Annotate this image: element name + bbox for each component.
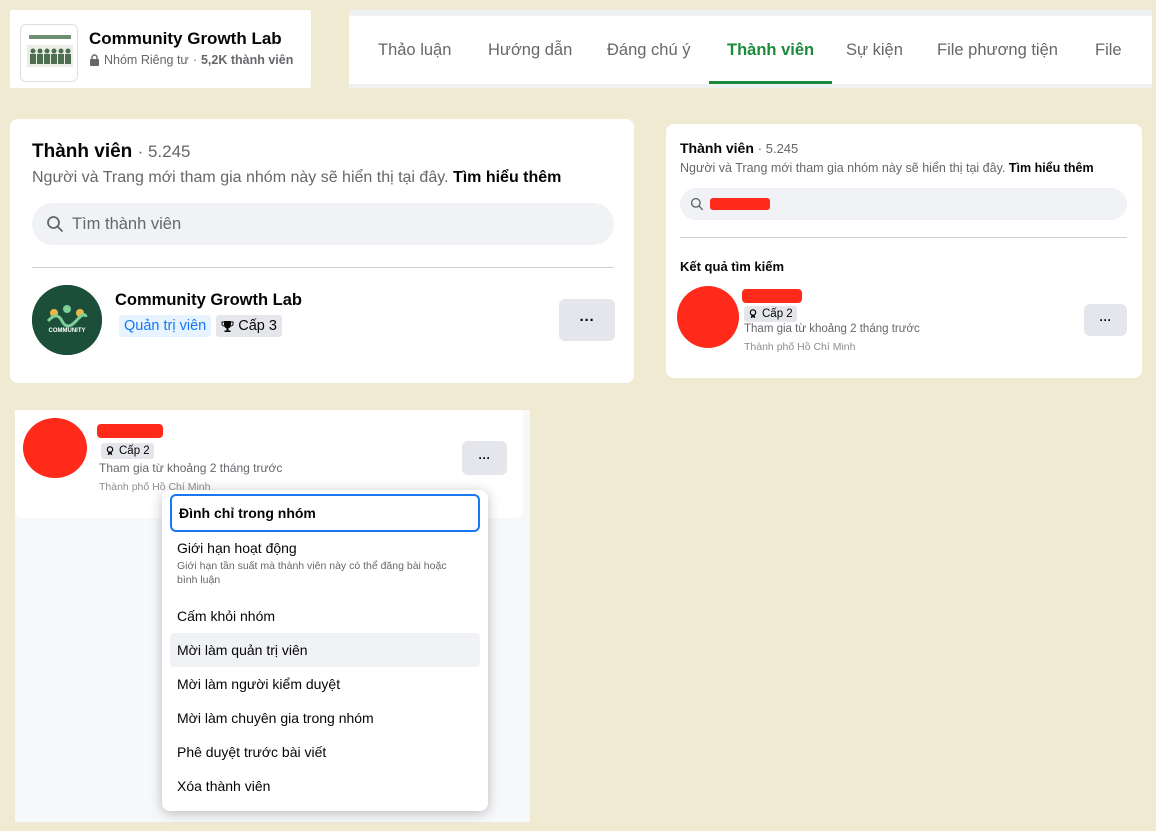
admin-avatar[interactable]: COMMUNITY [32, 285, 102, 355]
member-search-input[interactable]: Tìm thành viên [32, 203, 614, 245]
members-title-text: Thành viên [680, 140, 754, 156]
members-description-text: Người và Trang mới tham gia nhóm này sẽ … [680, 161, 1006, 175]
menu-item-invite-moderator[interactable]: Mời làm người kiểm duyệt [170, 667, 480, 701]
tab-events[interactable]: Sự kiện [844, 16, 905, 84]
more-options-button[interactable]: ··· [462, 441, 507, 475]
members-count: · 5.245 [137, 142, 191, 161]
members-description: Người và Trang mới tham gia nhóm này sẽ … [32, 169, 561, 187]
redacted-search-query [710, 198, 770, 210]
admin-name[interactable]: Community Growth Lab [115, 291, 302, 310]
admin-role-badge: Quản trị viên [119, 315, 212, 337]
members-description-text: Người và Trang mới tham gia nhóm này sẽ … [32, 169, 449, 186]
menu-item-label: Mời làm chuyên gia trong nhóm [177, 710, 374, 726]
menu-item-label: Cấm khỏi nhóm [177, 608, 276, 624]
level-badge: Cấp 2 [101, 443, 154, 459]
search-icon [47, 216, 63, 232]
menu-item-ban[interactable]: Cấm khỏi nhóm [170, 599, 480, 633]
trophy-icon [221, 320, 234, 332]
group-member-count[interactable]: 5,2K thành viên [201, 53, 293, 67]
group-tabs: Thảo luận Hướng dẫn Đáng chú ý Thành viê… [349, 10, 1152, 88]
group-privacy: Nhóm Riêng tư [104, 53, 189, 67]
member-joined: Tham gia từ khoảng 2 tháng trước [744, 323, 920, 335]
level-badge-text: Cấp 2 [762, 308, 793, 320]
menu-item-label: Phê duyệt trước bài viết [177, 744, 327, 760]
menu-item-preapprove-posts[interactable]: Phê duyệt trước bài viết [170, 735, 480, 769]
group-header: Community Growth Lab Nhóm Riêng tư · 5,2… [10, 10, 311, 88]
member-avatar-redacted[interactable] [23, 418, 87, 478]
search-results-label: Kết quả tìm kiếm [680, 259, 785, 274]
members-title: Thành viên · 5.245 [32, 141, 191, 163]
learn-more-link[interactable]: Tìm hiểu thêm [453, 169, 561, 186]
avatar-text: COMMUNITY [49, 328, 86, 334]
group-cover-thumbnail[interactable] [20, 24, 78, 82]
menu-item-label: Giới hạn hoạt động [177, 540, 297, 556]
group-meta: Nhóm Riêng tư · 5,2K thành viên [89, 53, 293, 67]
members-title: Thành viên · 5.245 [680, 140, 798, 156]
menu-item-invite-admin[interactable]: Mời làm quản trị viên [170, 633, 480, 667]
menu-item-label: Đình chỉ trong nhóm [179, 505, 316, 521]
menu-item-limit-activity[interactable]: Giới hạn hoạt động Giới hạn tần suất mà … [170, 536, 480, 594]
search-placeholder: Tìm thành viên [72, 214, 182, 233]
level-badge-text: Cấp 3 [238, 318, 277, 334]
tab-guides[interactable]: Hướng dẫn [486, 16, 574, 84]
member-avatar-redacted[interactable] [677, 286, 739, 348]
divider [32, 267, 614, 268]
menu-item-label: Xóa thành viên [177, 778, 271, 794]
award-icon [106, 446, 114, 456]
tab-discussion[interactable]: Thảo luận [376, 16, 453, 84]
tab-members[interactable]: Thành viên [708, 16, 833, 84]
menu-item-invite-expert[interactable]: Mời làm chuyên gia trong nhóm [170, 701, 480, 735]
search-results-panel: Thành viên · 5.245 Người và Trang mới th… [666, 124, 1142, 378]
more-options-button[interactable]: ··· [559, 299, 615, 341]
member-level: Cấp 2 [101, 443, 154, 459]
more-options-button[interactable]: ··· [1084, 304, 1127, 336]
member-actions-menu: Đình chỉ trong nhóm Giới hạn hoạt động G… [162, 490, 488, 811]
community-logo-icon: COMMUNITY [32, 285, 102, 355]
award-icon [749, 309, 757, 319]
menu-item-remove-member[interactable]: Xóa thành viên [170, 769, 480, 803]
members-panel: Thành viên · 5.245 Người và Trang mới th… [10, 119, 634, 383]
menu-item-label: Mời làm người kiểm duyệt [177, 676, 341, 692]
menu-item-suspend[interactable]: Đình chỉ trong nhóm [170, 494, 480, 532]
member-name-redacted[interactable] [742, 289, 802, 303]
member-actions-panel: Cấp 2 Tham gia từ khoảng 2 tháng trước T… [15, 410, 530, 822]
member-city: Thành phố Hồ Chí Minh [744, 341, 856, 353]
menu-item-description: Giới hạn tần suất mà thành viên này có t… [177, 560, 447, 586]
level-badge-text: Cấp 2 [119, 445, 150, 457]
admin-badges: Quản trị viên Cấp 3 [119, 315, 282, 337]
search-icon [690, 197, 704, 211]
member-joined: Tham gia từ khoảng 2 tháng trước [99, 461, 283, 475]
group-cover-image [21, 25, 77, 81]
level-badge: Cấp 3 [216, 315, 282, 337]
tab-featured[interactable]: Đáng chú ý [605, 16, 692, 84]
member-level: Cấp 2 [744, 306, 797, 322]
meta-separator: · [192, 53, 197, 67]
members-description: Người và Trang mới tham gia nhóm này sẽ … [680, 161, 1094, 175]
lock-icon [90, 54, 99, 66]
members-count: · 5.245 [757, 141, 799, 156]
members-title-text: Thành viên [32, 141, 133, 162]
divider [680, 237, 1127, 238]
menu-item-label: Mời làm quản trị viên [177, 642, 308, 658]
learn-more-link[interactable]: Tìm hiểu thêm [1009, 161, 1094, 175]
group-name[interactable]: Community Growth Lab [89, 29, 282, 49]
member-search-input[interactable] [680, 188, 1127, 220]
tab-files[interactable]: File [1093, 16, 1124, 84]
tab-media[interactable]: File phương tiện [935, 16, 1060, 84]
member-name-redacted[interactable] [97, 424, 163, 438]
level-badge: Cấp 2 [744, 306, 797, 322]
